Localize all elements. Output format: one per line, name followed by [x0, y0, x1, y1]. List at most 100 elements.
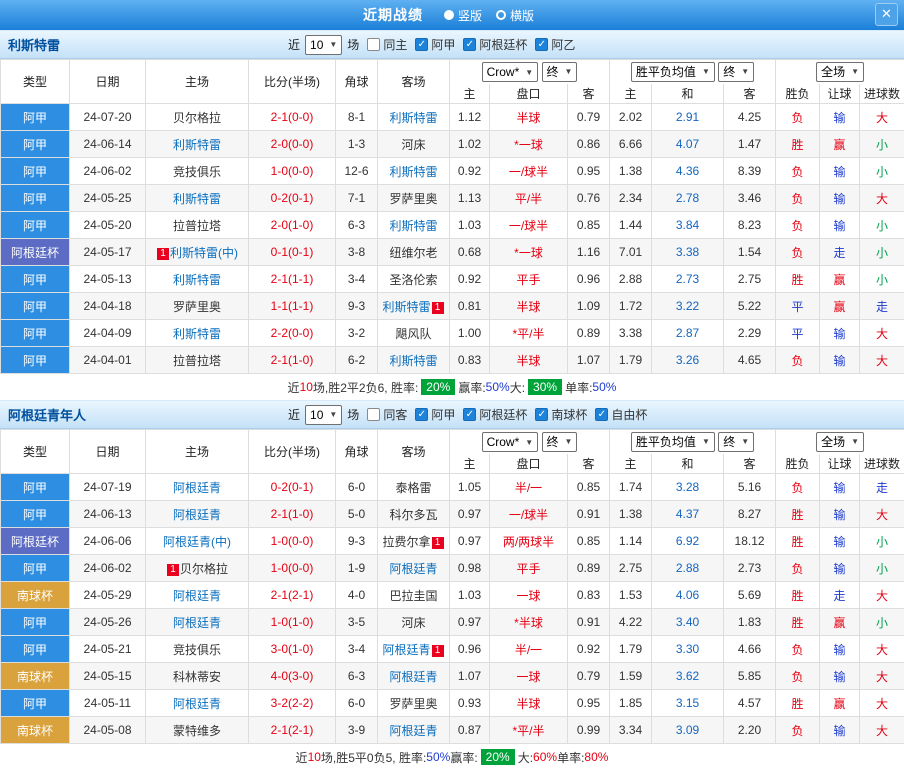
score-cell[interactable]: 3-0(1-0)	[248, 635, 336, 663]
team-link[interactable]: 竞技俱乐	[173, 643, 221, 657]
team-link[interactable]: 罗萨里奥	[389, 192, 437, 206]
team-link[interactable]: 河床	[401, 138, 425, 152]
scope-select[interactable]: 全场 ▼	[816, 61, 864, 82]
filter-checkbox-4[interactable]: ✓ 自由杯	[595, 406, 647, 423]
avg-draw-cell: 3.40	[651, 608, 725, 636]
score-cell[interactable]: 2-1(1-0)	[248, 346, 336, 374]
corners-cell: 6-2	[335, 346, 378, 374]
team-link[interactable]: 阿根廷青	[389, 670, 437, 684]
avg-type-select[interactable]: 胜平负均值 ▼	[630, 431, 715, 452]
filter-checkbox-0[interactable]: 同主	[367, 36, 407, 53]
odds-home-cell: 0.97	[449, 608, 490, 636]
scope-select[interactable]: 全场 ▼	[816, 431, 864, 452]
score-cell[interactable]: 2-1(1-0)	[248, 500, 336, 528]
home-team-cell: 罗萨里奥	[145, 292, 249, 320]
summary-segment: 单率:	[557, 750, 585, 765]
team-link[interactable]: 河床	[401, 616, 425, 630]
team-link[interactable]: 利斯特雷(中)	[170, 246, 238, 260]
team-link[interactable]: 罗萨里奥	[173, 300, 221, 314]
team-link[interactable]: 阿根廷青	[173, 589, 221, 603]
filter-checkbox-2[interactable]: ✓ 阿根廷杯	[463, 36, 527, 53]
filter-checkbox-2[interactable]: ✓ 阿根廷杯	[463, 406, 527, 423]
team-link[interactable]: 阿根廷青	[173, 481, 221, 495]
team-link[interactable]: 巴拉圭国	[389, 589, 437, 603]
filter-checkbox-1[interactable]: ✓ 阿甲	[415, 36, 455, 53]
score-cell[interactable]: 2-2(0-0)	[248, 319, 336, 347]
score-cell[interactable]: 2-1(2-1)	[248, 581, 336, 609]
score-cell[interactable]: 1-0(0-0)	[248, 527, 336, 555]
rank-badge: 1	[157, 247, 169, 260]
score-cell[interactable]: 2-1(1-1)	[248, 265, 336, 293]
team-link[interactable]: 阿根廷青	[173, 616, 221, 630]
team-link[interactable]: 圣洛伦索	[389, 273, 437, 287]
filter-checkbox-3[interactable]: ✓ 阿乙	[535, 36, 575, 53]
recent-count-select[interactable]: 10 ▼	[305, 34, 343, 55]
team-link[interactable]: 蒙特维多	[173, 724, 221, 738]
team-link[interactable]: 阿根廷青	[389, 724, 437, 738]
team-link[interactable]: 利斯特雷	[173, 273, 221, 287]
score-cell[interactable]: 1-0(1-0)	[248, 608, 336, 636]
score-cell[interactable]: 0-2(0-1)	[248, 184, 336, 212]
odds-company-select[interactable]: Crow* ▼	[481, 432, 539, 452]
odds-home-cell: 1.05	[449, 473, 490, 501]
score-cell[interactable]: 2-0(1-0)	[248, 211, 336, 239]
team-link[interactable]: 利斯特雷	[389, 354, 437, 368]
recent-count-select[interactable]: 10 ▼	[305, 404, 343, 425]
score-cell[interactable]: 3-2(2-2)	[248, 689, 336, 717]
avg-draw-cell: 4.36	[651, 157, 725, 185]
score-cell[interactable]: 4-0(3-0)	[248, 662, 336, 690]
team-link[interactable]: 利斯特雷	[389, 111, 437, 125]
orientation-vertical-radio[interactable]: 竖版	[443, 7, 482, 24]
team-link[interactable]: 阿根廷青	[173, 697, 221, 711]
team-link[interactable]: 拉普拉塔	[173, 219, 221, 233]
avg-type-select[interactable]: 胜平负均值 ▼	[630, 61, 715, 82]
odds-stage-select[interactable]: 终 ▼	[541, 61, 578, 82]
avg-away-cell: 1.47	[723, 130, 777, 158]
team-link[interactable]: 拉普拉塔	[173, 354, 221, 368]
date-cell: 24-05-15	[69, 662, 146, 690]
team-link[interactable]: 拉费尔拿	[382, 535, 430, 549]
team-link[interactable]: 罗萨里奥	[389, 697, 437, 711]
team-link[interactable]: 利斯特雷	[173, 138, 221, 152]
score-cell[interactable]: 2-0(0-0)	[248, 130, 336, 158]
filter-checkbox-3[interactable]: ✓ 南球杯	[535, 406, 587, 423]
score-cell[interactable]: 2-1(0-0)	[248, 103, 336, 131]
team-link[interactable]: 阿根廷青	[173, 508, 221, 522]
odds-home-cell: 1.03	[449, 211, 490, 239]
filter-checkbox-0[interactable]: 同客	[367, 406, 407, 423]
team-link[interactable]: 利斯特雷	[382, 300, 430, 314]
select-value: Crow*	[486, 65, 520, 79]
score-cell[interactable]: 1-1(1-1)	[248, 292, 336, 320]
team-link[interactable]: 利斯特雷	[389, 165, 437, 179]
avg-stage-select[interactable]: 终 ▼	[718, 431, 755, 452]
score-cell[interactable]: 0-2(0-1)	[248, 473, 336, 501]
team-link[interactable]: 利斯特雷	[173, 192, 221, 206]
team-link[interactable]: 竞技俱乐	[173, 165, 221, 179]
team-link[interactable]: 泰格雷	[395, 481, 431, 495]
team-link[interactable]: 贝尔格拉	[173, 111, 221, 125]
team-link[interactable]: 科尔多瓦	[389, 508, 437, 522]
score-cell[interactable]: 0-1(0-1)	[248, 238, 336, 266]
avg-stage-select[interactable]: 终 ▼	[718, 61, 755, 82]
team-link[interactable]: 利斯特雷	[173, 327, 221, 341]
team-link[interactable]: 科林蒂安	[173, 670, 221, 684]
handicap-result-cell: 走	[819, 581, 861, 609]
result-cell: 胜	[775, 265, 821, 293]
select-value: 全场	[821, 65, 846, 80]
team-link[interactable]: 纽维尔老	[389, 246, 437, 260]
score-cell[interactable]: 2-1(2-1)	[248, 716, 336, 744]
score-cell[interactable]: 1-0(0-0)	[248, 157, 336, 185]
goals-result-cell: 小	[859, 130, 904, 158]
orientation-horizontal-radio[interactable]: 横版	[496, 7, 534, 24]
odds-company-select[interactable]: Crow* ▼	[481, 62, 539, 82]
team-link[interactable]: 阿根廷青(中)	[163, 535, 231, 549]
odds-stage-select[interactable]: 终 ▼	[541, 431, 578, 452]
team-link[interactable]: 阿根廷青	[382, 643, 430, 657]
team-link[interactable]: 利斯特雷	[389, 219, 437, 233]
team-link[interactable]: 贝尔格拉	[180, 562, 228, 576]
team-link[interactable]: 阿根廷青	[389, 562, 437, 576]
score-cell[interactable]: 1-0(0-0)	[248, 554, 336, 582]
close-button[interactable]: ✕	[875, 3, 898, 26]
team-link[interactable]: 飓风队	[395, 327, 431, 341]
filter-checkbox-1[interactable]: ✓ 阿甲	[415, 406, 455, 423]
